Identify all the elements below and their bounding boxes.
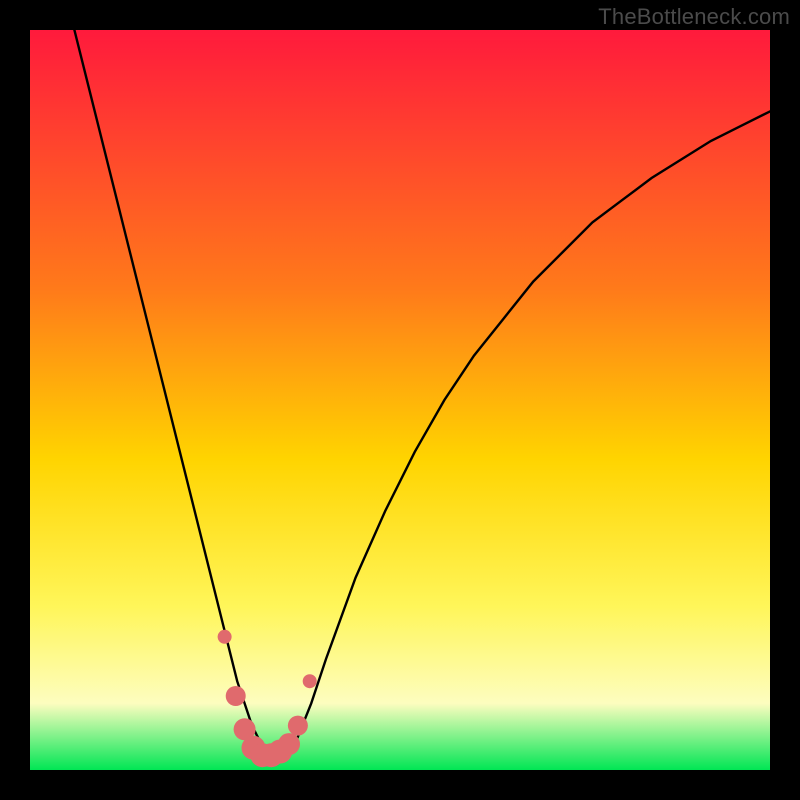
marker-dot — [288, 716, 308, 736]
marker-dot — [278, 733, 300, 755]
chart-frame: TheBottleneck.com — [0, 0, 800, 800]
plot-area — [30, 30, 770, 770]
marker-dot — [226, 686, 246, 706]
bottleneck-chart — [30, 30, 770, 770]
marker-dot — [303, 674, 317, 688]
marker-dot — [218, 630, 232, 644]
watermark-text: TheBottleneck.com — [598, 4, 790, 30]
gradient-background — [30, 30, 770, 770]
